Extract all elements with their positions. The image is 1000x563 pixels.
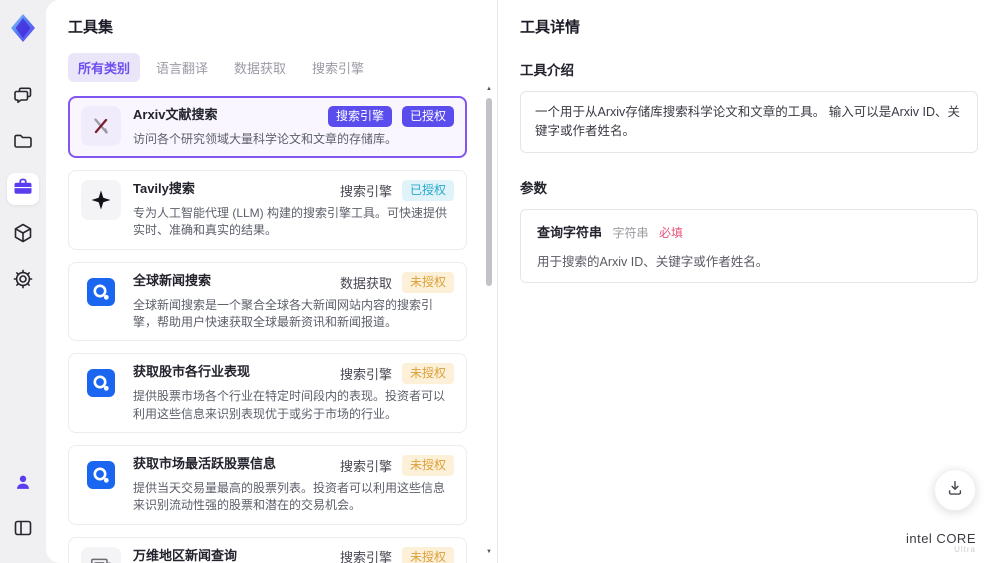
parameter-item: 查询字符串 字符串 必填 用于搜索的Arxiv ID、关键字或作者姓名。 bbox=[520, 208, 978, 283]
sidebar-item-tools[interactable] bbox=[7, 173, 39, 205]
tool-intro-text: 一个用于从Arxiv存储库搜索科学论文和文章的工具。 输入可以是Arxiv ID… bbox=[520, 91, 978, 153]
tool-title: 获取市场最活跃股票信息 bbox=[133, 455, 277, 471]
tool-category-badge: 数据获取 bbox=[339, 275, 392, 291]
tool-title: 万维地区新闻查询 bbox=[133, 547, 238, 563]
tool-category-badge: 搜索引擎 bbox=[339, 458, 392, 474]
tool-card[interactable]: Tavily搜索 搜索引擎 已授权专为人工智能代理 (LLM) 构建的搜索引擎工具。… bbox=[68, 170, 467, 250]
tool-title: Arxiv文献搜索 bbox=[133, 107, 218, 122]
cube-icon bbox=[11, 221, 35, 250]
tool-description: 提供当天交易量最高的股票列表。投资者可以利用这些信息来识别流动性强的股票和潜在的… bbox=[133, 480, 446, 513]
tool-auth-badge: 未授权 bbox=[401, 546, 454, 563]
folder-icon bbox=[11, 129, 35, 158]
main-content: 工具集 所有类别 语言翻译 数据获取 搜索引擎 Arxiv文献搜索 搜索引擎 已授权 访问各… bbox=[46, 0, 1000, 563]
brand-subtext: Ultra bbox=[954, 545, 976, 555]
tool-description: 提供股票市场各个行业在特定时间段内的表现。投资者可以利用这些信息来识别表现优于或… bbox=[133, 389, 446, 421]
blue-search-icon bbox=[81, 272, 121, 312]
tool-card-list: Arxiv文献搜索 搜索引擎 已授权 访问各个研究领域大量科学论文和文章的存储库。 T… bbox=[68, 96, 479, 563]
tool-title: 全球新闻搜索 bbox=[133, 272, 212, 288]
parameter-name: 查询字符串 bbox=[537, 224, 603, 240]
intel-core-logo: intel CORE Ultra bbox=[905, 530, 976, 555]
download-button[interactable] bbox=[934, 469, 976, 511]
sidebar-item-settings[interactable] bbox=[7, 265, 39, 297]
sidebar-item-packages[interactable] bbox=[7, 219, 39, 251]
newspaper-icon bbox=[81, 546, 121, 563]
params-heading: 参数 bbox=[520, 180, 547, 196]
tool-auth-badge: 已授权 bbox=[401, 106, 454, 127]
details-panel: 工具详情 工具介绍 一个用于从Arxiv存储库搜索科学论文和文章的工具。 输入可… bbox=[498, 0, 1000, 563]
tool-category-badge: 搜索引擎 bbox=[339, 550, 392, 563]
tab-数据获取[interactable]: 数据获取 bbox=[224, 53, 296, 82]
tool-description: 访问各个研究领域大量科学论文和文章的存储库。 bbox=[133, 131, 398, 146]
sidebar-item-panel-toggle[interactable] bbox=[7, 514, 39, 546]
brand-text: intel CORE bbox=[905, 530, 976, 546]
tool-card[interactable]: 获取股市各行业表现 搜索引擎 未授权提供股票市场各个行业在特定时间段内的表现。投资者… bbox=[68, 353, 467, 433]
chat-icon bbox=[11, 83, 35, 112]
tab-语言翻译[interactable]: 语言翻译 bbox=[146, 53, 218, 82]
panel-toggle-icon bbox=[11, 516, 35, 545]
details-panel-title: 工具详情 bbox=[520, 19, 581, 36]
tool-category-badge: 搜索引擎 bbox=[339, 367, 392, 383]
tool-auth-badge: 已授权 bbox=[401, 180, 454, 201]
tool-category-badge: 搜索引擎 bbox=[327, 106, 392, 127]
tools-panel: 工具集 所有类别 语言翻译 数据获取 搜索引擎 Arxiv文献搜索 搜索引擎 已授权 访问各… bbox=[46, 0, 498, 563]
tab-所有类别[interactable]: 所有类别 bbox=[68, 53, 141, 82]
tool-category-badge: 搜索引擎 bbox=[339, 184, 392, 200]
parameter-header: 查询字符串 字符串 必填 bbox=[537, 222, 961, 242]
blue-search-icon bbox=[81, 455, 121, 495]
category-tabs: 所有类别 语言翻译 数据获取 搜索引擎 bbox=[68, 53, 479, 82]
scrollbar-thumb[interactable] bbox=[486, 98, 492, 286]
parameter-type: 字符串 bbox=[612, 225, 649, 240]
tool-title: Tavily搜索 bbox=[133, 181, 195, 197]
parameter-description: 用于搜索的Arxiv ID、关键字或作者姓名。 bbox=[537, 254, 769, 269]
tool-auth-badge: 未授权 bbox=[401, 363, 454, 385]
sidebar-item-files[interactable] bbox=[7, 127, 39, 159]
tools-panel-title: 工具集 bbox=[68, 19, 114, 36]
intro-heading: 工具介绍 bbox=[520, 63, 574, 78]
tool-description: 全球新闻搜索是一个聚合全球各大新闻网站内容的搜索引擎，帮助用户快速获取全球最新资… bbox=[133, 297, 434, 329]
arxiv-logo-icon bbox=[81, 106, 121, 146]
tool-title: 获取股市各行业表现 bbox=[133, 364, 251, 380]
briefcase-icon bbox=[11, 175, 35, 204]
app-logo-icon bbox=[7, 12, 39, 44]
tool-card[interactable]: 获取市场最活跃股票信息 搜索引擎 未授权提供当天交易量最高的股票列表。投资者可以利用… bbox=[68, 444, 467, 525]
parameter-required-badge: 必填 bbox=[658, 225, 683, 240]
blue-search-icon bbox=[81, 363, 121, 403]
sidebar-item-chat[interactable] bbox=[7, 81, 39, 113]
tool-auth-badge: 未授权 bbox=[401, 454, 454, 476]
user-icon bbox=[12, 471, 34, 498]
tool-card[interactable]: Arxiv文献搜索 搜索引擎 已授权 访问各个研究领域大量科学论文和文章的存储库。 bbox=[68, 96, 467, 159]
gear-icon bbox=[11, 267, 35, 296]
tool-card[interactable]: 万维地区新闻查询搜索引擎未授权查询具体行政区划内的新闻，快速了解各地新闻动 bbox=[68, 536, 467, 563]
tool-card[interactable]: 全球新闻搜索 数据获取 未授权全球新闻搜索是一个聚合全球各大新闻网站内容的搜索引擎，… bbox=[68, 261, 467, 342]
app-window: 工具集 所有类别 语言翻译 数据获取 搜索引擎 Arxiv文献搜索 搜索引擎 已授权 访问各… bbox=[0, 0, 1000, 563]
tool-description: 专为人工智能代理 (LLM) 构建的搜索引擎工具。可快速提供实时、准确和真实的结… bbox=[133, 205, 448, 238]
four-point-star-icon bbox=[81, 180, 121, 221]
list-scrollbar[interactable]: ▲ ▼ bbox=[484, 86, 494, 555]
sidebar bbox=[0, 0, 46, 563]
tool-auth-badge: 未授权 bbox=[401, 271, 454, 293]
tab-搜索引擎[interactable]: 搜索引擎 bbox=[302, 53, 374, 82]
scroll-down-arrow[interactable]: ▼ bbox=[484, 549, 494, 555]
scroll-up-arrow[interactable]: ▲ bbox=[484, 86, 494, 92]
download-icon bbox=[945, 478, 965, 503]
sidebar-item-profile[interactable] bbox=[7, 468, 39, 500]
